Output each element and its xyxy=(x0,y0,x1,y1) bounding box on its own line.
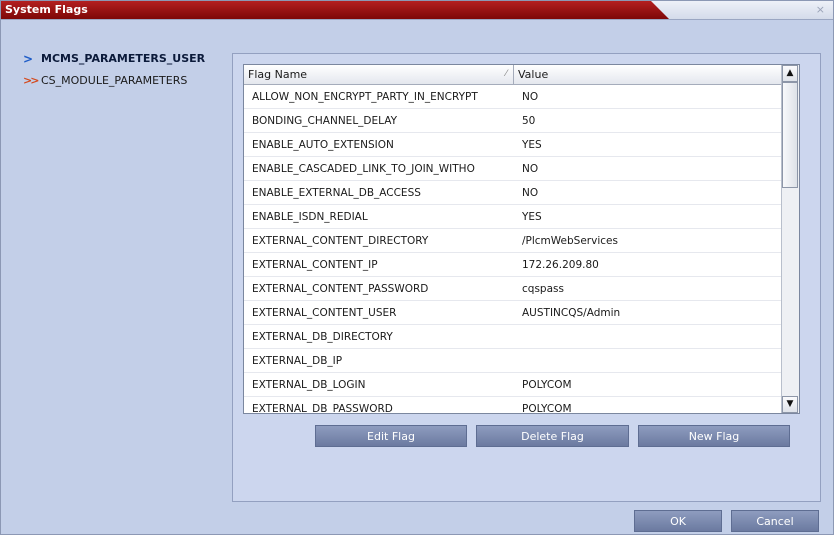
flag-value-cell: AUSTINCQS/Admin xyxy=(522,307,621,319)
scroll-down-icon[interactable]: ▼ xyxy=(782,396,798,413)
flags-panel: Flag Name ⁄ Value ALLOW_NON_ENCRYPT_PART… xyxy=(232,53,821,502)
flag-name-cell: EXTERNAL_CONTENT_IP xyxy=(252,259,378,271)
column-header-flag-name[interactable]: Flag Name ⁄ xyxy=(244,65,514,84)
scroll-up-icon[interactable]: ▲ xyxy=(782,65,798,82)
flag-name-cell: EXTERNAL_DB_LOGIN xyxy=(252,379,366,391)
flag-name-cell: ENABLE_AUTO_EXTENSION xyxy=(252,139,394,151)
flags-table: Flag Name ⁄ Value ALLOW_NON_ENCRYPT_PART… xyxy=(243,64,800,414)
flag-value-cell: /PlcmWebServices xyxy=(522,235,618,247)
vertical-scrollbar[interactable]: ▲ ▼ xyxy=(781,65,799,413)
scrollbar-thumb[interactable] xyxy=(782,82,798,188)
table-row[interactable]: BONDING_CHANNEL_DELAY 50 xyxy=(244,109,782,133)
table-row[interactable]: ENABLE_EXTERNAL_DB_ACCESS NO xyxy=(244,181,782,205)
flag-name-cell: EXTERNAL_CONTENT_DIRECTORY xyxy=(252,235,429,247)
table-row[interactable]: EXTERNAL_CONTENT_PASSWORD cqspass xyxy=(244,277,782,301)
flag-value-cell: cqspass xyxy=(522,283,564,295)
column-header-label: Flag Name xyxy=(248,68,308,81)
flag-value-cell: POLYCOM xyxy=(522,379,572,391)
table-row[interactable]: EXTERNAL_CONTENT_DIRECTORY/PlcmWebServic… xyxy=(244,229,782,253)
flag-value-cell: NO xyxy=(522,163,539,175)
flag-value-cell: NO xyxy=(522,187,539,199)
delete-flag-button[interactable]: Delete Flag xyxy=(476,425,629,447)
table-header: Flag Name ⁄ Value xyxy=(244,65,782,85)
flag-value-cell: 172.26.209.80 xyxy=(522,259,599,271)
flag-name-cell: BONDING_CHANNEL_DELAY xyxy=(252,115,398,127)
cancel-button[interactable]: Cancel xyxy=(731,510,819,532)
chevron-right-icon: > xyxy=(23,52,34,66)
tree-item-mcms-parameters-user[interactable]: > MCMS_PARAMETERS_USER xyxy=(23,51,233,73)
flag-name-cell: ENABLE_ISDN_REDIAL xyxy=(252,211,368,223)
flag-value-cell: YES xyxy=(522,139,542,151)
table-row[interactable]: EXTERNAL_DB_LOGIN POLYCOM xyxy=(244,373,782,397)
title-bar: System Flags × xyxy=(1,1,833,20)
ok-button[interactable]: OK xyxy=(634,510,722,532)
title-tab xyxy=(1,1,669,19)
tree-item-label: MCMS_PARAMETERS_USER xyxy=(41,52,206,65)
flag-value-cell: POLYCOM xyxy=(522,403,572,414)
table-row[interactable]: EXTERNAL_DB_IP xyxy=(244,349,782,373)
table-row[interactable]: ALLOW_NON_ENCRYPT_PARTY_IN_ENCRYPT NO xyxy=(244,85,782,109)
flag-value-cell: NO xyxy=(522,91,539,103)
flag-name-cell: EXTERNAL_DB_DIRECTORY xyxy=(252,331,393,343)
table-row[interactable]: EXTERNAL_DB_PASSWORD POLYCOM xyxy=(244,397,782,414)
double-chevron-right-icon: >> xyxy=(23,74,40,87)
close-icon[interactable]: × xyxy=(816,3,825,16)
new-flag-button[interactable]: New Flag xyxy=(638,425,790,447)
table-row[interactable]: EXTERNAL_DB_DIRECTORY xyxy=(244,325,782,349)
edit-flag-button[interactable]: Edit Flag xyxy=(315,425,467,447)
table-row[interactable]: ENABLE_AUTO_EXTENSION YES xyxy=(244,133,782,157)
flag-name-cell: ENABLE_CASCADED_LINK_TO_JOIN_WITHO xyxy=(252,163,475,175)
flag-name-cell: ALLOW_NON_ENCRYPT_PARTY_IN_ENCRYPT xyxy=(252,91,478,103)
flag-name-cell: ENABLE_EXTERNAL_DB_ACCESS xyxy=(252,187,421,199)
flag-value-cell: 50 xyxy=(522,115,536,127)
column-header-label: Value xyxy=(518,68,549,81)
table-body: ALLOW_NON_ENCRYPT_PARTY_IN_ENCRYPT NO BON… xyxy=(244,85,782,414)
table-row[interactable]: EXTERNAL_CONTENT_IP 172.26.209.80 xyxy=(244,253,782,277)
flag-name-cell: EXTERNAL_CONTENT_USER xyxy=(252,307,397,319)
flag-value-cell xyxy=(514,349,782,372)
flag-value-cell xyxy=(514,325,782,348)
flag-name-cell: EXTERNAL_CONTENT_PASSWORD xyxy=(252,283,429,295)
table-row[interactable]: EXTERNAL_CONTENT_USER AUSTINCQS/Admin xyxy=(244,301,782,325)
flag-category-tree: > MCMS_PARAMETERS_USER >> CS_MODULE_PARA… xyxy=(23,51,233,95)
tree-item-label: CS_MODULE_PARAMETERS xyxy=(41,74,188,87)
flag-name-cell: EXTERNAL_DB_PASSWORD xyxy=(252,403,393,414)
flag-name-cell: EXTERNAL_DB_IP xyxy=(252,355,343,367)
system-flags-dialog: System Flags × > MCMS_PARAMETERS_USER >>… xyxy=(0,0,834,535)
table-row[interactable]: ENABLE_CASCADED_LINK_TO_JOIN_WITHO NO xyxy=(244,157,782,181)
table-row[interactable]: ENABLE_ISDN_REDIAL YES xyxy=(244,205,782,229)
column-header-value[interactable]: Value xyxy=(514,65,782,84)
flag-value-cell: YES xyxy=(522,211,542,223)
sort-icon: ⁄ xyxy=(505,69,507,79)
tree-item-cs-module-parameters[interactable]: >> CS_MODULE_PARAMETERS xyxy=(23,73,233,95)
window-title: System Flags xyxy=(5,3,88,16)
